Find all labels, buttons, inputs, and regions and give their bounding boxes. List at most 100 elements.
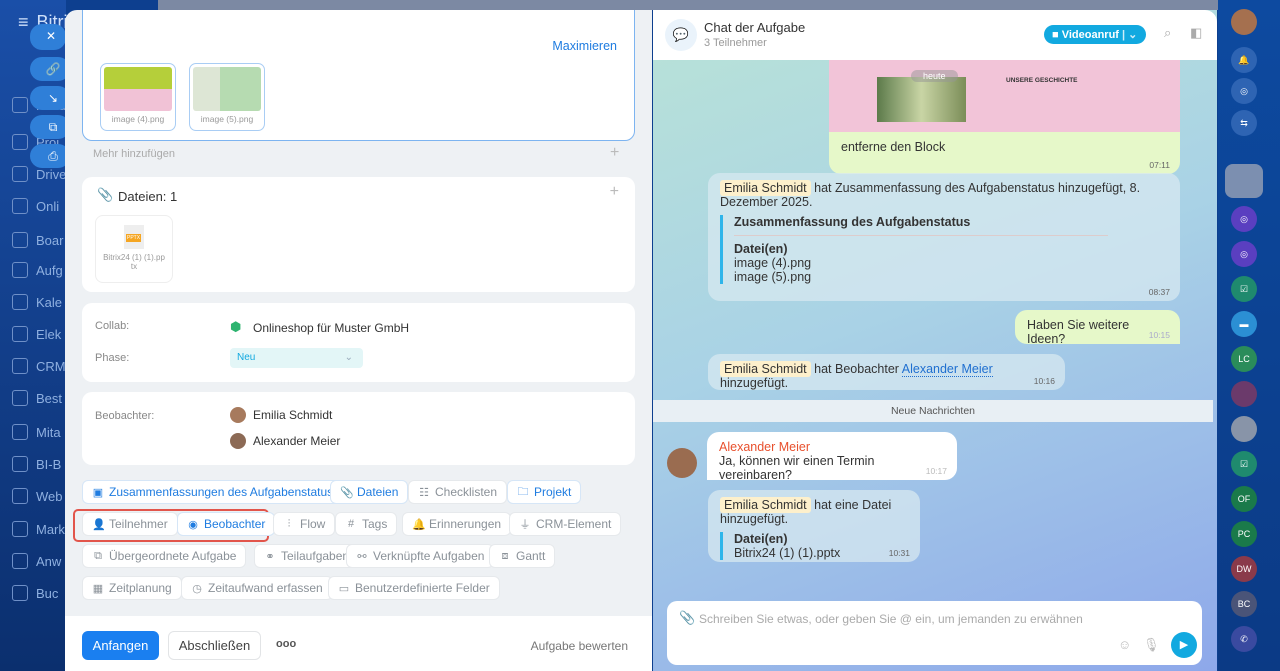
nav-icon [12,456,28,472]
chip-übergeordnete-aufgabe[interactable]: ⧉ Übergeordnete Aufgabe [82,544,247,568]
open-new-window-icon[interactable]: ⧉ [30,115,70,139]
message-outgoing[interactable]: entferne den Block 07:11 [829,132,1180,174]
observer[interactable]: Alexander Meier [230,433,340,449]
emoji-icon[interactable]: ☺ [1118,637,1131,652]
footer: Anfangen Abschließen ooo Aufgabe bewerte… [65,616,652,671]
chip-icon: ◉ [188,518,198,531]
group-avatar[interactable] [1231,416,1257,442]
close-button[interactable]: ✕ [30,24,66,50]
avatar[interactable] [667,448,697,478]
message-input[interactable]: 📎 Schreiben Sie etwas, oder geben Sie @ … [667,601,1202,665]
chip-tags[interactable]: # Tags [335,512,398,536]
call-icon[interactable]: ✆ [1231,626,1257,652]
add-file-icon[interactable]: + [610,183,619,201]
task-chat-icon[interactable]: ☑ [1231,276,1257,302]
print-icon[interactable]: ⎙ [30,144,70,168]
collab-card: Collab: ⬢ Onlineshop für Muster GmbH Pha… [82,303,635,382]
chat-panel: 💬 Chat der Aufgabe 3 Teilnehmer ■ Videoa… [653,10,1217,671]
message-outgoing[interactable]: Haben Sie weitere Ideen? 10:15 [1015,310,1180,346]
participants-count[interactable]: 3 Teilnehmer [704,37,767,49]
rate-task-link[interactable]: Aufgabe bewerten [531,639,628,653]
chip-dateien[interactable]: 📎 Dateien [330,480,409,504]
send-button[interactable]: ▶ [1171,632,1197,658]
chip-zeitplanung[interactable]: ▦ Zeitplanung [82,576,182,600]
copilot-chat-icon[interactable]: ◎ [1231,241,1257,267]
file-link[interactable]: Bitrix24 (1) (1).pptx [734,546,908,560]
chip-zusammenfassungen-des-aufgabenstatus[interactable]: ▣ Zusammenfassungen des Aufgabenstatus [82,480,344,504]
add-more-button[interactable]: Mehr hinzufügen [93,148,175,160]
chip-teilaufgaben[interactable]: ⚭ Teilaufgaben [254,544,360,568]
chat-avatar[interactable]: PC [1231,521,1257,547]
microphone-icon[interactable]: 🎙 [1143,637,1160,653]
bell-icon[interactable]: 🔔 [1231,47,1257,73]
observer[interactable]: Emilia Schmidt [230,407,332,423]
system-message[interactable]: Emilia Schmidt hat Zusammenfassung des A… [708,173,1180,301]
file-link[interactable]: image (5).png [734,270,1168,284]
chat-avatar[interactable]: DW [1231,556,1257,582]
file-attachment[interactable]: PPTX Bitrix24 (1) (1).pptx [95,215,173,283]
chip-icon: ☷ [419,486,429,499]
message-incoming[interactable]: Alexander Meier Ja, können wir einen Ter… [707,432,957,482]
collab-link[interactable]: Onlineshop für Muster GmbH [253,321,409,335]
chip-icon: ⧉ [94,549,102,562]
complete-button[interactable]: Abschließen [168,631,261,660]
chip-icon: ▣ [92,486,104,499]
chat-list-icon[interactable]: ⇆ [1231,110,1257,136]
observers-card: Beobachter: Emilia Schmidt Alexander Mei… [82,392,635,465]
chip-icon: 👤 [92,518,106,531]
more-button[interactable]: ooo [276,638,296,650]
chip-teilnehmer[interactable]: 👤 Teilnehmer [82,512,178,536]
chat-avatar[interactable] [1231,381,1257,407]
add-icon[interactable]: + [610,144,619,162]
chip-erinnerungen[interactable]: 🔔 Erinnerungen [402,512,512,536]
chip-zeitaufwand-erfassen[interactable]: ◷ Zeitaufwand erfassen [181,576,333,600]
background-nav-item: Drive [12,166,72,182]
copilot-icon[interactable]: ◎ [1231,78,1257,104]
search-icon[interactable]: ⌕ [1164,25,1171,41]
chip-crm-element[interactable]: ⏚ CRM-Element [509,512,622,536]
background-nav-item: Anw [12,553,72,569]
group-chat-icon[interactable]: ▬ [1231,311,1257,337]
active-chat-avatar[interactable] [1225,164,1263,198]
user-avatar[interactable] [1231,9,1257,35]
image-attachment[interactable]: image (4).png [100,63,176,131]
chevron-down-icon[interactable]: | ⌄ [1122,29,1137,41]
nav-icon [12,294,28,310]
chip-projekt[interactable]: 🗀 Projekt [507,480,582,504]
chip-beobachter[interactable]: ◉ Beobachter [177,512,276,536]
nav-icon [12,553,28,569]
copy-link-icon[interactable]: 🔗 [30,57,70,81]
task-chat-icon[interactable]: ☑ [1231,451,1257,477]
chat-avatar[interactable]: OF [1231,486,1257,512]
chip-flow[interactable]: ⫶ Flow [273,512,336,536]
maximize-link[interactable]: Maximieren [552,39,617,53]
chip-checklisten[interactable]: ☷ Checklisten [408,480,508,504]
chip-icon: ⧈ [501,549,509,562]
system-message[interactable]: Emilia Schmidt hat eine Datei hinzugefüg… [708,490,920,562]
user-link[interactable]: Alexander Meier [901,362,993,377]
author-mention[interactable]: Emilia Schmidt [720,180,811,196]
chip-benutzerdefinierte-felder[interactable]: ▭ Benutzerdefinierte Felder [328,576,500,600]
new-messages-divider: Neue Nachrichten [653,400,1213,422]
chip-icon: ⫶ [287,517,291,530]
video-call-button[interactable]: ■ Videoanruf | ⌄ [1044,25,1146,44]
nav-icon [12,390,28,406]
chip-icon: ▦ [92,582,104,595]
description-editor[interactable]: Maximieren image (4).png image (5).png [82,10,635,141]
chip-icon: 🔔 [412,518,426,531]
chat-title: Chat der Aufgabe [704,20,806,35]
chip-gantt[interactable]: ⧈ Gantt [489,544,556,568]
system-message[interactable]: Emilia Schmidt hat Beobachter Alexander … [708,354,1065,390]
copilot-chat-icon[interactable]: ◎ [1231,206,1257,232]
file-link[interactable]: image (4).png [734,256,1168,270]
image-preview[interactable]: UNSERE GESCHICHTE heute [829,60,1180,142]
chip-verknüpfte-aufgaben[interactable]: ⚯ Verknüpfte Aufgaben [346,544,495,568]
image-attachment[interactable]: image (5).png [189,63,265,131]
sidebar-toggle-icon[interactable]: ◧ [1190,25,1202,41]
chat-avatar[interactable]: LC [1231,346,1257,372]
minimize-icon[interactable]: ↘ [30,86,70,110]
paperclip-icon[interactable]: 📎 [679,610,695,626]
chat-avatar[interactable]: BC [1231,591,1257,617]
start-button[interactable]: Anfangen [82,631,159,660]
phase-select[interactable]: Neu ⌄ [230,348,363,368]
